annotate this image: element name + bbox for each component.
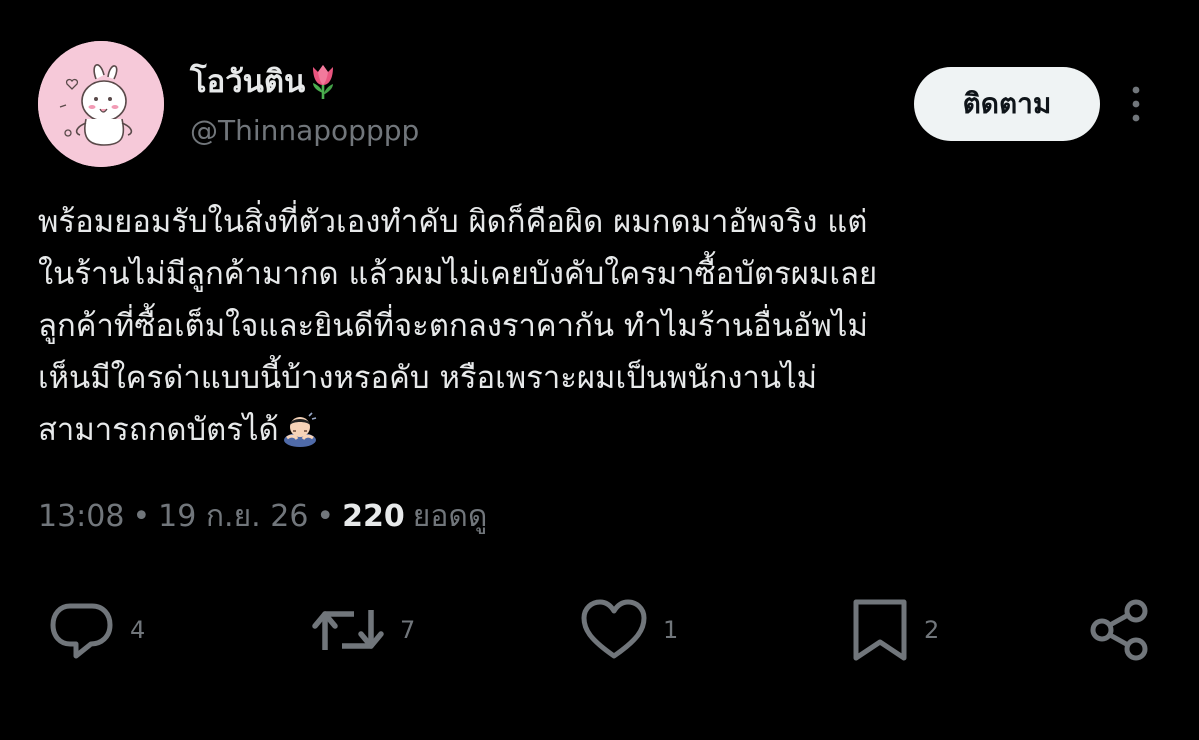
user-handle[interactable]: @Thinnapopppp [190,114,419,147]
tweet-time[interactable]: 13:08 [38,499,124,534]
heart-icon [581,599,647,659]
reply-button[interactable]: 4 [48,592,145,668]
tweet-text-line: ลูกค้าที่ซื้อเต็มใจและยินดีที่จะตกลงราคา… [38,308,868,344]
follow-button[interactable]: ติดตาม [914,67,1100,141]
retweet-button[interactable]: 7 [310,592,415,668]
tweet-card: โอวันติน @Thinnapopppp ติดตาม พร้อมยอมรั… [0,0,1199,740]
bookmark-count: 2 [924,616,940,644]
tweet-date[interactable]: 19 ก.ย. 26 [158,493,308,540]
reply-count: 4 [130,616,146,644]
views-count: 220 [342,499,405,534]
bookmark-button[interactable]: 2 [850,592,939,668]
display-name[interactable]: โอวันติน [190,56,339,106]
meta-separator: • [316,499,335,534]
retweet-icon [312,610,384,650]
more-vertical-icon[interactable] [1118,82,1154,126]
cartoon-rabbit-avatar [38,41,164,167]
tweet-text-line: พร้อมยอมรับในสิ่งที่ตัวเองทำคับ ผิดก็คือ… [38,204,868,240]
meta-separator: • [132,499,151,534]
share-button[interactable] [1088,592,1154,668]
share-icon [1090,599,1148,661]
tweet-text-line: เห็นมีใครด่าแบบนี้บ้างหรอคับ หรือเพราะผม… [38,360,818,396]
retweet-count: 7 [400,616,416,644]
tweet-text: พร้อมยอมรับในสิ่งที่ตัวเองทำคับ ผิดก็คือ… [38,196,1158,464]
tweet-actions: 4 7 1 2 [0,592,1199,668]
bookmark-icon [853,599,907,661]
reply-icon [50,603,113,659]
tulip-icon [307,61,339,101]
like-count: 1 [663,616,679,644]
tweet-text-last-line: สามารถกดบัตรได้ [38,404,1158,464]
like-button[interactable]: 1 [579,592,678,668]
views-label: ยอดดู [412,499,488,534]
avatar[interactable] [38,41,164,167]
person-bowing-icon [281,410,319,464]
tweet-text-line: สามารถกดบัตรได้ [38,412,279,448]
tweet-meta: 13:08 • 19 ก.ย. 26 • 220 ยอดดู [38,493,487,540]
display-name-text: โอวันติน [190,64,306,100]
tweet-text-line: ในร้านไม่มีลูกค้ามากด แล้วผมไม่เคยบังคับ… [38,256,878,292]
